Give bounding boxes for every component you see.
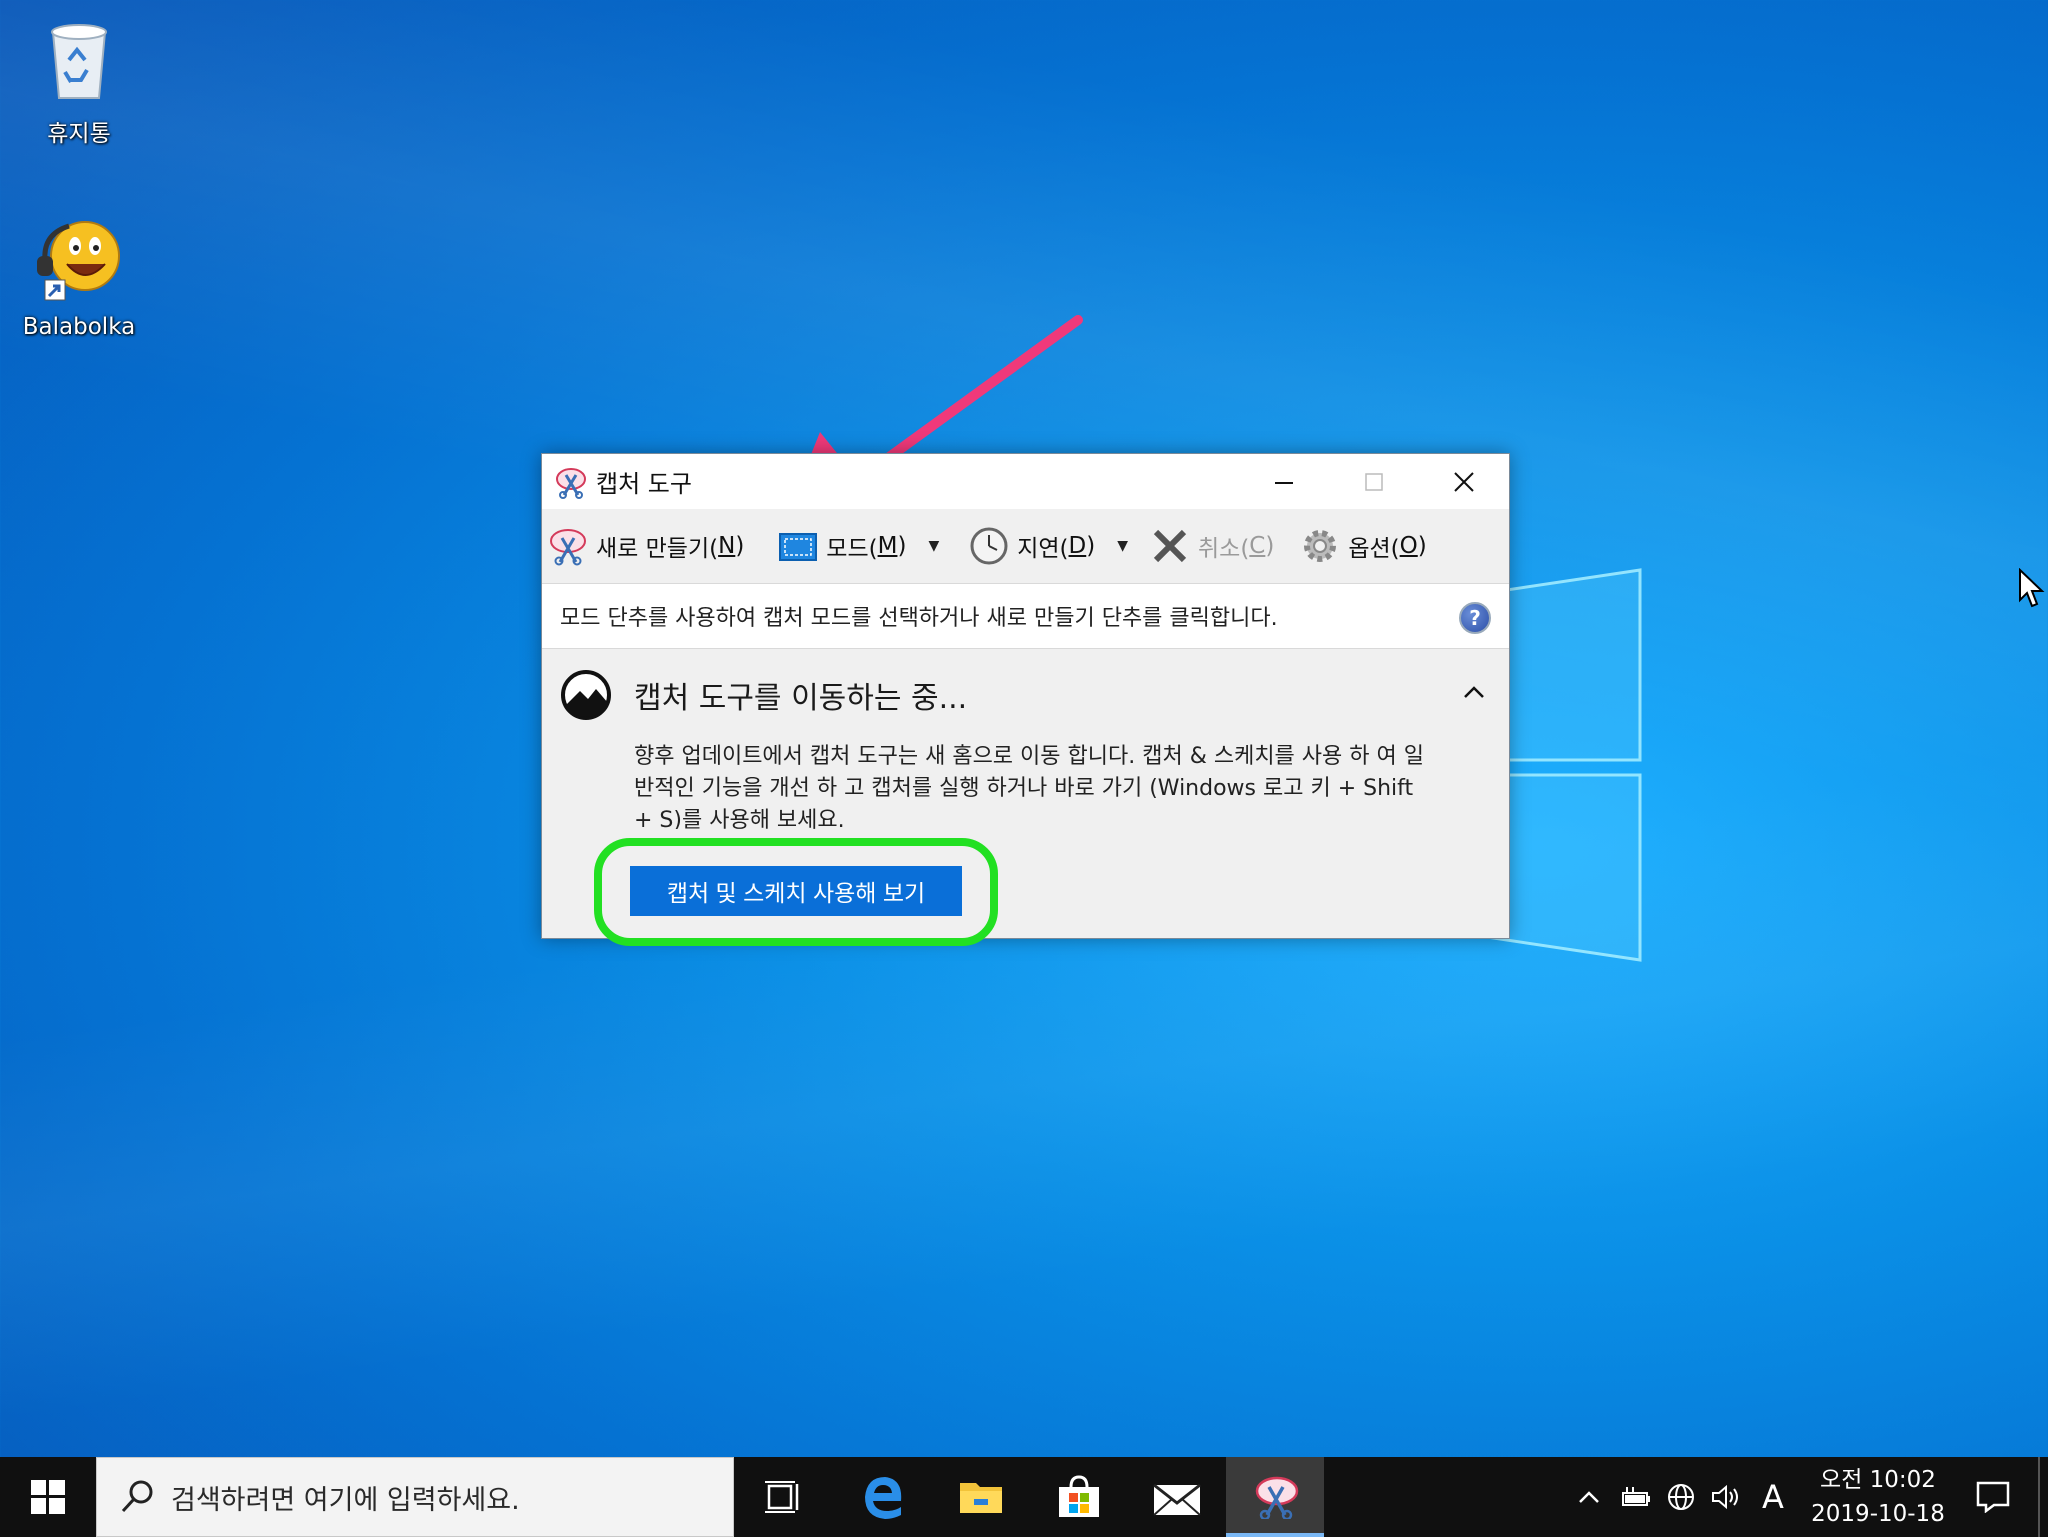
- snipping-tool-icon: [556, 467, 586, 499]
- tray-volume[interactable]: [1704, 1484, 1750, 1510]
- taskbar-app-file-explorer[interactable]: [932, 1457, 1030, 1537]
- desktop-icon-label: Balabolka: [22, 314, 136, 340]
- cancel-label-end: ): [1265, 533, 1275, 559]
- task-view-button[interactable]: [736, 1457, 834, 1537]
- minimize-button[interactable]: [1239, 454, 1329, 509]
- maximize-button: [1329, 454, 1419, 509]
- new-label: 새로 만들기(: [596, 536, 719, 562]
- speaker-icon: [1712, 1484, 1738, 1510]
- delay-label-end: ): [1086, 533, 1096, 559]
- tray-clock[interactable]: 오전 10:02 2019-10-18: [1808, 1463, 1948, 1531]
- tray-overflow-button[interactable]: [1566, 1489, 1612, 1505]
- search-placeholder: 검색하려면 여기에 입력하세요.: [171, 1484, 520, 1516]
- chevron-up-icon: [1579, 1491, 1599, 1503]
- snip-sketch-icon: [561, 670, 611, 720]
- minimize-icon: [1275, 481, 1293, 484]
- options-accelerator: O: [1399, 533, 1418, 559]
- clock-date: 2019-10-18: [1811, 1501, 1945, 1527]
- mode-label-end: ): [897, 533, 907, 559]
- hint-bar: 모드 단추를 사용하여 캡처 모드를 선택하거나 새로 만들기 단추를 클릭합니…: [542, 583, 1509, 649]
- options-button[interactable]: 옵션(O): [1294, 516, 1432, 576]
- taskbar-app-edge[interactable]: [834, 1457, 932, 1537]
- system-tray: A 오전 10:02 2019-10-18: [1566, 1457, 2048, 1537]
- new-button[interactable]: 새로 만들기(N): [542, 516, 750, 576]
- mode-button[interactable]: 모드(M) ▼: [772, 516, 945, 576]
- start-button[interactable]: [0, 1457, 96, 1537]
- scissors-icon: [550, 529, 586, 566]
- taskbar-app-mail[interactable]: [1128, 1457, 1226, 1537]
- battery-plug-icon: [1622, 1487, 1650, 1506]
- migration-notice: 캡처 도구를 이동하는 중... 향후 업데이트에서 캡처 도구는 새 홈으로 …: [542, 649, 1509, 829]
- search-box[interactable]: 검색하려면 여기에 입력하세요.: [96, 1457, 734, 1537]
- options-label-end: ): [1417, 533, 1427, 559]
- clock-icon: [970, 527, 1008, 565]
- options-label: 옵션(: [1348, 536, 1400, 562]
- mode-label: 모드(: [826, 536, 878, 562]
- taskbar-app-store[interactable]: [1030, 1457, 1128, 1537]
- toolbar: 새로 만들기(N) 모드(M) ▼ 지연(D) ▼ 취소(C) 옵션(…: [542, 509, 1509, 583]
- notification-icon: [1976, 1481, 2010, 1513]
- tray-network[interactable]: [1658, 1482, 1704, 1512]
- maximize-icon: [1365, 472, 1383, 491]
- close-icon: [1454, 471, 1474, 492]
- delay-dropdown-icon[interactable]: ▼: [1117, 538, 1128, 554]
- clock-time: 오전 10:02: [1820, 1467, 1936, 1493]
- cancel-label: 취소(: [1198, 536, 1250, 562]
- mode-dropdown-icon[interactable]: ▼: [928, 538, 939, 554]
- delay-accelerator: D: [1068, 533, 1087, 559]
- mouse-cursor-icon: [2019, 568, 2045, 608]
- search-icon: [121, 1480, 153, 1513]
- edge-icon: [865, 1477, 902, 1519]
- snipping-tool-icon: [1255, 1476, 1299, 1519]
- notice-title: 캡처 도구를 이동하는 중...: [634, 681, 968, 716]
- cancel-button: 취소(C): [1144, 516, 1280, 576]
- taskbar-app-snipping-tool[interactable]: [1226, 1457, 1324, 1537]
- rectangle-mode-icon: [779, 533, 818, 561]
- new-label-end: ): [735, 533, 745, 559]
- globe-network-icon: [1668, 1484, 1694, 1510]
- taskbar: 검색하려면 여기에 입력하세요. A 오전 10:02 2019-10-18: [0, 1457, 2048, 1537]
- mail-icon: [1153, 1483, 1201, 1516]
- folder-icon: [960, 1483, 1002, 1513]
- windows-start-icon: [31, 1480, 65, 1514]
- mode-accelerator: M: [877, 533, 898, 559]
- desktop-icon-balabolka[interactable]: Balabolka: [14, 214, 144, 340]
- title-bar[interactable]: 캡처 도구: [542, 454, 1509, 509]
- window-title: 캡처 도구: [596, 470, 692, 498]
- cancel-x-icon: [1153, 529, 1187, 563]
- hint-text: 모드 단추를 사용하여 캡처 모드를 선택하거나 새로 만들기 단추를 클릭합니…: [560, 606, 1278, 631]
- show-desktop-button[interactable]: [2038, 1457, 2048, 1537]
- balabolka-icon: [37, 221, 120, 301]
- new-accelerator: N: [718, 533, 736, 559]
- store-icon: [1059, 1475, 1099, 1517]
- notice-body: 향후 업데이트에서 캡처 도구는 새 홈으로 이동 합니다. 캡처 & 스케치를…: [634, 744, 1424, 829]
- delay-button[interactable]: 지연(D) ▼: [963, 516, 1134, 576]
- delay-label: 지연(: [1017, 536, 1069, 562]
- task-view-icon: [765, 1481, 799, 1513]
- close-button[interactable]: [1419, 454, 1509, 509]
- tray-input-language[interactable]: A: [1750, 1478, 1796, 1516]
- tray-battery[interactable]: [1612, 1485, 1658, 1509]
- cancel-accelerator: C: [1249, 533, 1266, 559]
- action-center-button[interactable]: [1948, 1481, 2038, 1513]
- desktop-icon-label: 휴지통: [47, 121, 111, 147]
- recycle-bin-icon: [51, 24, 107, 99]
- chevron-up-icon[interactable]: [1461, 679, 1487, 705]
- help-icon[interactable]: ?: [1459, 602, 1491, 634]
- gear-icon: [1304, 530, 1337, 562]
- highlight-ring: [594, 838, 998, 946]
- desktop-icon-recycle-bin[interactable]: 휴지통: [14, 14, 144, 148]
